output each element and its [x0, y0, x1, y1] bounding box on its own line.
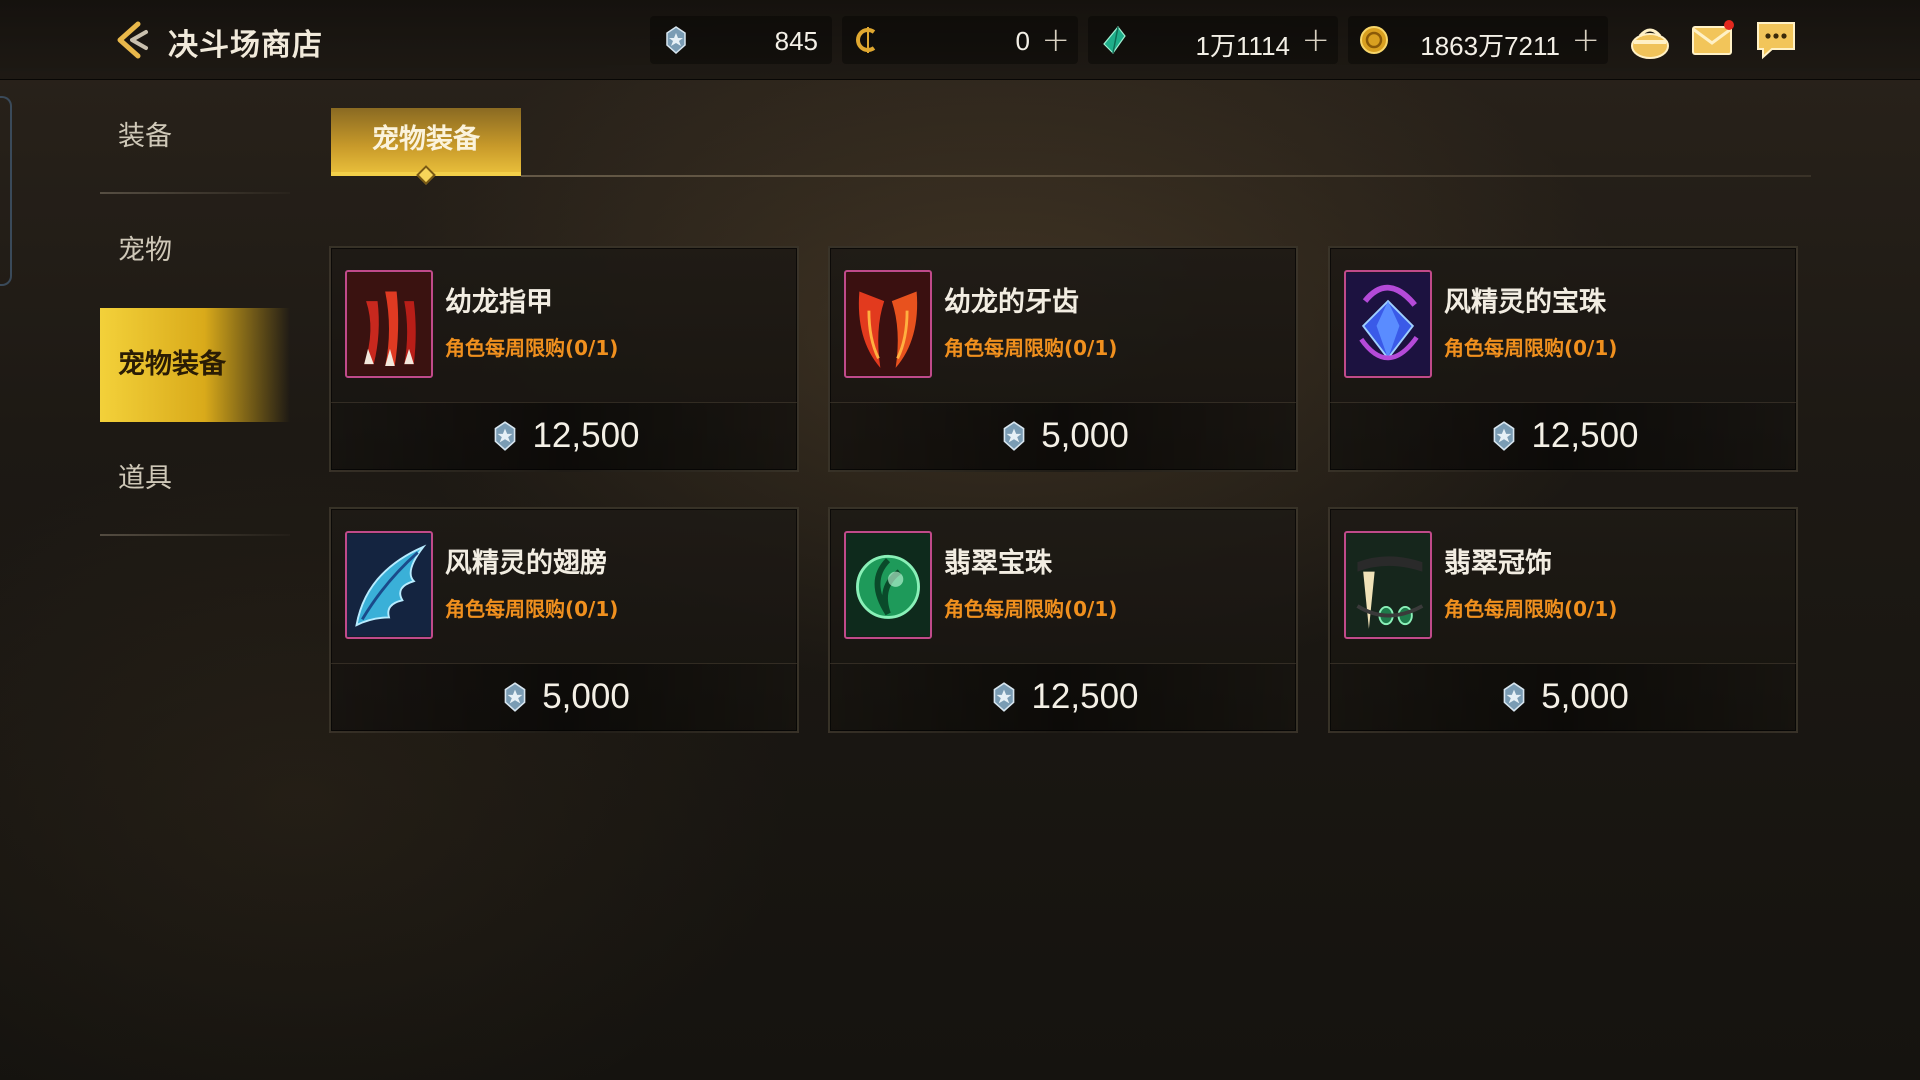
product-card[interactable]: 幼龙指甲 角色每周限购(0/1) 12,500 [329, 246, 799, 472]
arena-medal-icon [495, 421, 516, 451]
product-name: 风精灵的翅膀 [445, 548, 607, 579]
product-card[interactable]: 风精灵的翅膀 角色每周限购(0/1) 5,000 [329, 507, 799, 733]
price-row: 5,000 [830, 414, 1296, 458]
currency-gold-coin: 1863万7211 + [1348, 16, 1608, 64]
add-c-coin-button[interactable]: + [1042, 20, 1071, 60]
green-crystal-value: 1万1114 [1195, 31, 1290, 61]
product-name: 幼龙指甲 [445, 287, 553, 318]
chat-icon[interactable] [1754, 18, 1798, 62]
gold-coin-icon [1360, 26, 1388, 54]
price-row: 5,000 [331, 675, 797, 719]
product-name: 风精灵的宝珠 [1444, 287, 1606, 318]
left-edge-frame [0, 96, 12, 286]
price-row: 5,000 [1330, 675, 1796, 719]
product-name: 幼龙的牙齿 [944, 287, 1079, 318]
add-green-crystal-button[interactable]: + [1302, 20, 1331, 60]
sidebar-item-pet-equipment[interactable]: 宠物装备 [100, 308, 290, 422]
product-price: 5,000 [1541, 677, 1629, 716]
purchase-limit: 角色每周限购(0/1) [944, 336, 1118, 360]
purchase-limit: 角色每周限购(0/1) [1444, 597, 1618, 621]
product-name: 翡翠宝珠 [944, 548, 1052, 579]
sidebar-item-items[interactable]: 道具 [100, 422, 290, 536]
product-price: 5,000 [1041, 416, 1129, 455]
price-row: 12,500 [830, 675, 1296, 719]
green-crystal-icon [1103, 26, 1126, 54]
product-price: 12,500 [532, 416, 640, 455]
product-card[interactable]: 幼龙的牙齿 角色每周限购(0/1) 5,000 [828, 246, 1298, 472]
sidebar-item-equipment[interactable]: 装备 [100, 80, 290, 194]
price-row: 12,500 [331, 414, 797, 458]
gold-coin-value: 1863万7211 [1420, 31, 1560, 61]
product-card[interactable]: 翡翠冠饰 角色每周限购(0/1) 5,000 [1328, 507, 1798, 733]
arena-medal-icon [1003, 421, 1025, 451]
arena-medal-value: 845 [774, 26, 818, 56]
arena-medal-icon [504, 682, 526, 712]
product-price: 12,500 [1531, 416, 1639, 455]
arena-medal-icon [994, 682, 1015, 712]
arena-medal-icon [1494, 421, 1515, 451]
currency-green-crystal: 1万1114 + [1088, 16, 1338, 64]
c-coin-value: 0 [1015, 26, 1030, 56]
product-name: 翡翠冠饰 [1444, 548, 1552, 579]
emerald-orb-icon [844, 531, 932, 639]
mail-icon[interactable] [1690, 18, 1734, 62]
currency-c-coin: 0 + [842, 16, 1078, 64]
purchase-limit: 角色每周限购(0/1) [445, 336, 619, 360]
sidebar-item-pet[interactable]: 宠物 [100, 194, 290, 308]
wind-orb-icon [1344, 270, 1432, 378]
dragon-fang-icon [844, 270, 932, 378]
tab-divider [521, 175, 1811, 177]
c-coin-icon [856, 27, 876, 53]
emerald-crown-icon [1344, 531, 1432, 639]
back-arrow-icon[interactable] [110, 18, 154, 62]
add-gold-coin-button[interactable]: + [1572, 20, 1601, 60]
arena-medal-icon [666, 26, 686, 55]
page-title: 决斗场商店 [168, 28, 323, 63]
bag-icon[interactable] [1628, 18, 1672, 62]
purchase-limit: 角色每周限购(0/1) [1444, 336, 1618, 360]
currency-arena-medal: 845 [650, 16, 832, 64]
top-bar: 决斗场商店 845 0 + 1万1114 + 1863万7211 + [0, 0, 1920, 80]
dragon-claw-icon [345, 270, 433, 378]
product-price: 5,000 [542, 677, 630, 716]
wind-wing-icon [345, 531, 433, 639]
product-card[interactable]: 翡翠宝珠 角色每周限购(0/1) 12,500 [828, 507, 1298, 733]
product-card[interactable]: 风精灵的宝珠 角色每周限购(0/1) 12,500 [1328, 246, 1798, 472]
purchase-limit: 角色每周限购(0/1) [944, 597, 1118, 621]
price-row: 12,500 [1330, 414, 1796, 458]
arena-medal-icon [1503, 682, 1525, 712]
purchase-limit: 角色每周限购(0/1) [445, 597, 619, 621]
product-price: 12,500 [1031, 677, 1139, 716]
